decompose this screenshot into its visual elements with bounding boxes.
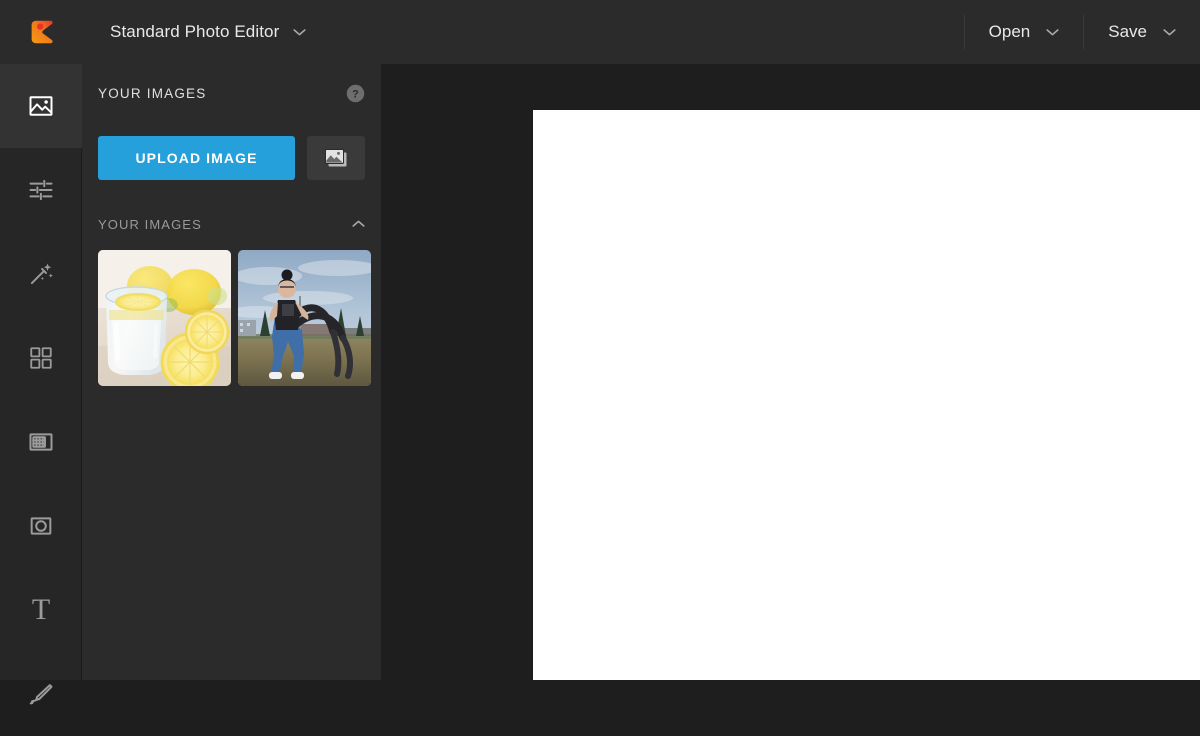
your-images-panel: YOUR IMAGES ? UPLOAD IMAGE YOUR IMAGES	[82, 64, 381, 680]
lemon-water-photo	[98, 250, 231, 386]
your-images-section-toggle[interactable]: YOUR IMAGES	[82, 206, 381, 242]
app-mode-selector[interactable]: Standard Photo Editor	[110, 22, 306, 42]
chevron-down-icon	[1163, 29, 1176, 36]
grid-four-squares-icon	[30, 347, 52, 369]
open-gallery-button[interactable]	[307, 136, 365, 180]
save-label: Save	[1108, 22, 1147, 41]
top-bar-actions: Open Save	[963, 0, 1200, 64]
app-logo[interactable]	[0, 0, 82, 64]
tool-effects[interactable]	[0, 232, 82, 316]
tool-adjust[interactable]	[0, 148, 82, 232]
panel-title: YOUR IMAGES	[98, 85, 207, 101]
text-t-icon: T	[31, 593, 51, 626]
editor-canvas[interactable]	[533, 110, 1200, 680]
tool-frame[interactable]	[0, 400, 82, 484]
tool-text[interactable]: T	[0, 568, 82, 652]
section-label: YOUR IMAGES	[98, 216, 202, 232]
tool-overlay[interactable]	[0, 316, 82, 400]
tool-rail: T	[0, 64, 82, 705]
svg-text:?: ?	[352, 88, 359, 100]
save-menu-button[interactable]: Save	[1084, 0, 1200, 64]
thumbnail-list	[82, 242, 381, 386]
chevron-up-icon	[352, 220, 365, 227]
panel-actions: UPLOAD IMAGE	[82, 122, 381, 180]
app-title: Standard Photo Editor	[110, 22, 280, 41]
open-label: Open	[988, 22, 1031, 41]
image-icon	[29, 96, 53, 116]
help-circle-icon[interactable]: ?	[346, 84, 365, 103]
thumbnail-battle-ropes-workout[interactable]	[238, 250, 371, 386]
open-menu-button[interactable]: Open	[965, 0, 1084, 64]
pen-icon	[29, 684, 53, 705]
chevron-down-icon	[293, 29, 306, 36]
circle-in-square-icon	[30, 517, 52, 535]
workspace	[381, 64, 1200, 680]
thumbnail-lemon-water-glass[interactable]	[98, 250, 231, 386]
tool-shape[interactable]	[0, 484, 82, 568]
sliders-icon	[29, 179, 53, 201]
tool-photo[interactable]	[0, 64, 82, 148]
top-bar: Standard Photo Editor Open Save	[0, 0, 1200, 64]
frame-icon	[29, 433, 53, 451]
upload-image-button[interactable]: UPLOAD IMAGE	[98, 136, 295, 180]
magic-wand-icon	[30, 263, 53, 285]
panel-header: YOUR IMAGES ?	[82, 64, 381, 122]
pixlr-logo-icon	[31, 20, 53, 44]
tool-retouch[interactable]	[0, 652, 82, 736]
stacked-photos-icon	[325, 149, 347, 167]
chevron-down-icon	[1046, 29, 1059, 36]
battle-ropes-photo	[238, 250, 371, 386]
